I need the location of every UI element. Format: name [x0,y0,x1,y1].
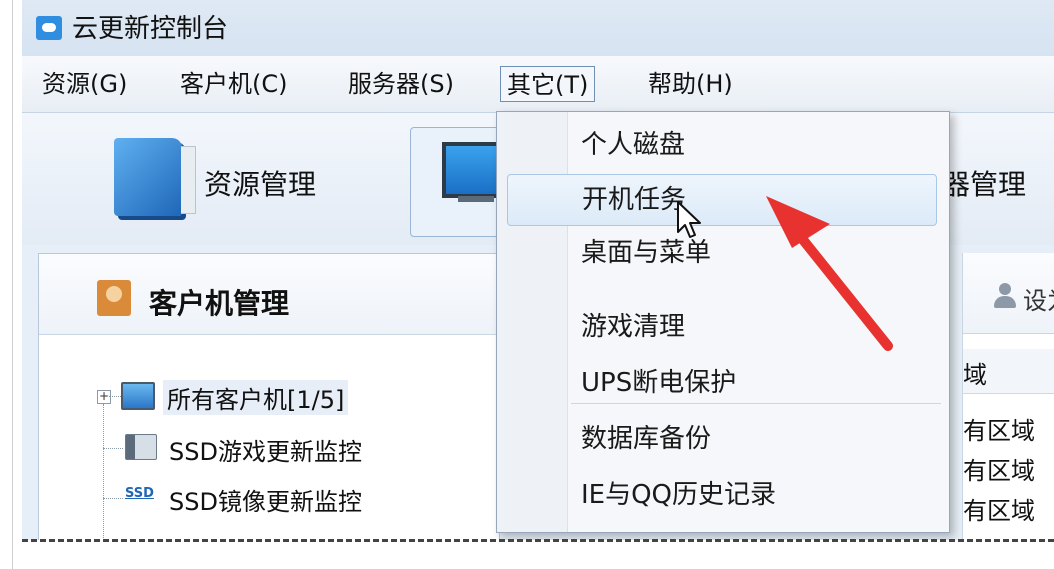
app-window: 云更新控制台 资源(G) 客户机(C) 服务器(S) 其它(T) 帮助(H) 资… [22,0,1054,540]
red-arrow-annotation [766,196,893,351]
window-left-edge [12,0,13,569]
crop-marker [22,539,1054,542]
